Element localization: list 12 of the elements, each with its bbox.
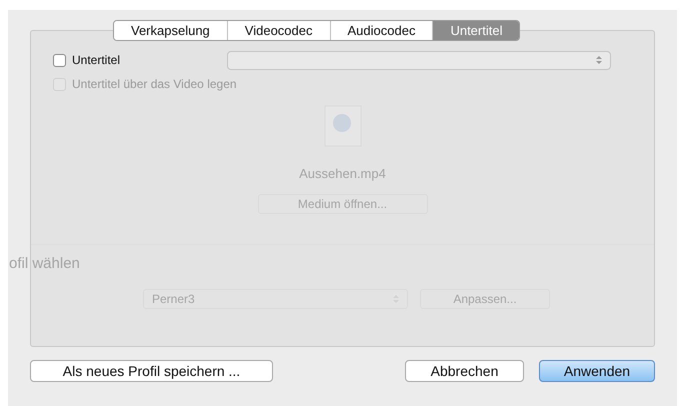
apply-button[interactable]: Anwenden — [539, 360, 655, 382]
file-name: Aussehen.mp4 — [299, 165, 386, 183]
subtitle-dropdown[interactable] — [227, 50, 611, 70]
checkbox-label: Untertitel über das Video legen — [72, 76, 237, 93]
profile-value: Perner3 — [152, 290, 195, 308]
section-title: ofil wählen — [9, 254, 80, 274]
checkbox[interactable] — [53, 54, 66, 66]
file-icon — [322, 104, 362, 148]
checkbox-label: Untertitel — [72, 52, 120, 69]
save-profile-button[interactable]: Als neues Profil speichern ... — [30, 360, 273, 382]
stepper-icon — [596, 55, 602, 65]
cancel-button[interactable]: Abbrechen — [405, 360, 524, 382]
